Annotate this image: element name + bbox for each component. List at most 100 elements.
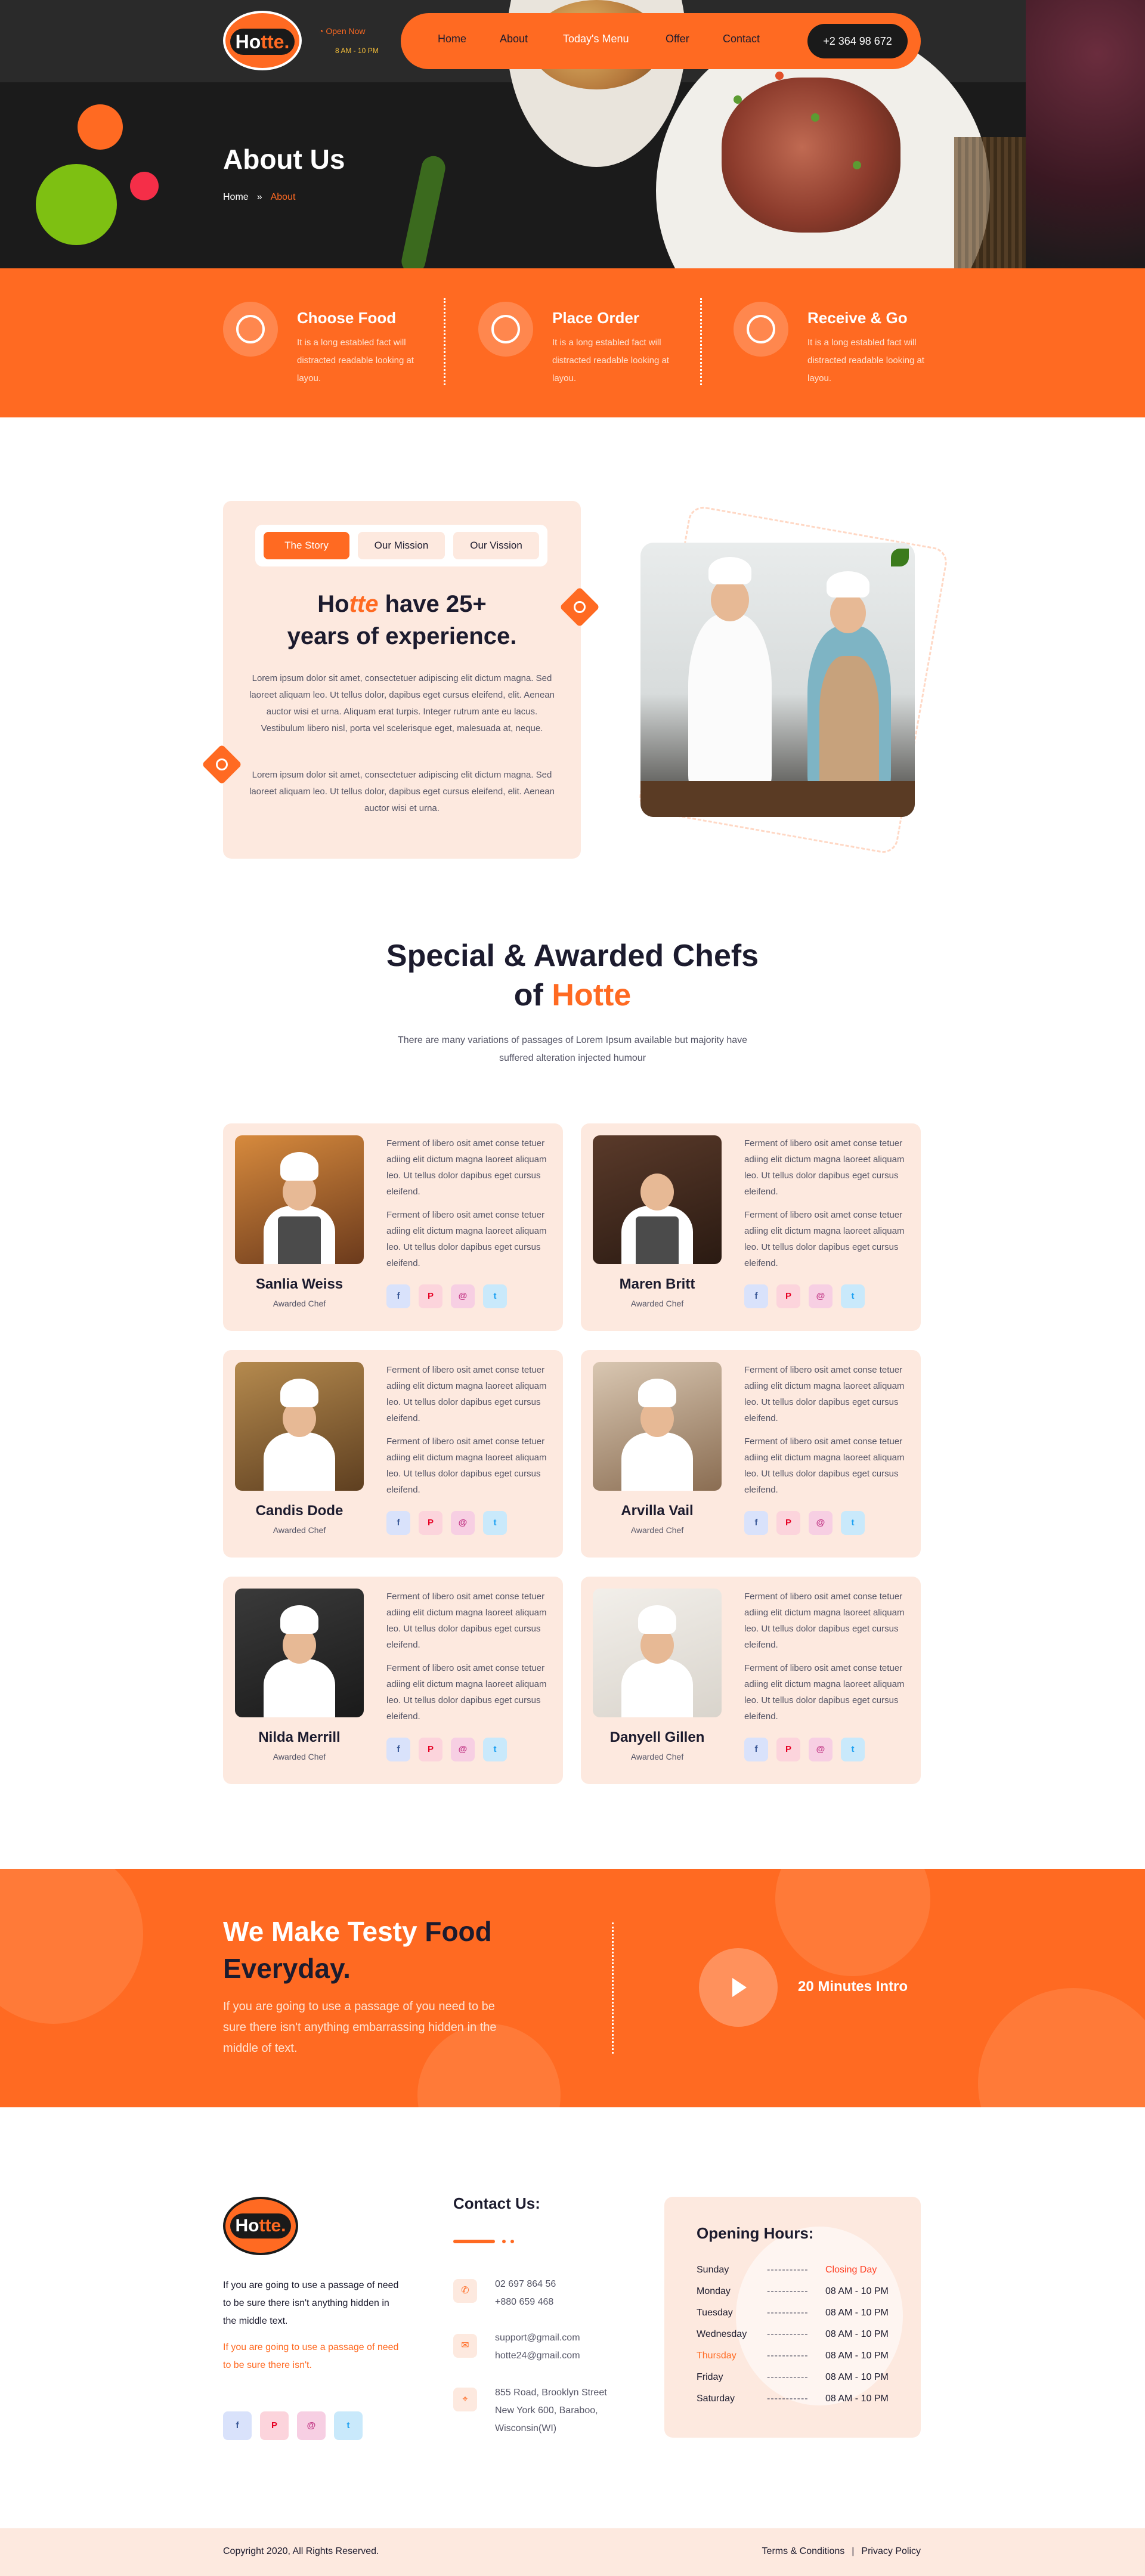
facebook-icon[interactable]: f <box>386 1284 410 1308</box>
nav-about[interactable]: About <box>500 33 528 45</box>
pinterest-icon[interactable]: P <box>776 1738 800 1761</box>
chili-image <box>399 154 448 268</box>
facebook-icon[interactable]: f <box>386 1511 410 1535</box>
chef-card: Ferment of libero osit amet conse tetuer… <box>223 1123 563 1331</box>
copyright: Copyright 2020, All Rights Reserved. <box>223 2546 379 2556</box>
main-nav: Home About Today's Menu Offer Contact +2… <box>401 13 921 69</box>
twitter-icon[interactable]: t <box>483 1511 507 1535</box>
instagram-icon[interactable]: @ <box>451 1511 475 1535</box>
twitter-icon[interactable]: t <box>841 1511 865 1535</box>
instagram-icon[interactable]: @ <box>809 1284 833 1308</box>
chef-card: Ferment of libero osit amet conse tetuer… <box>223 1350 563 1558</box>
phone-icon: ✆ <box>453 2279 477 2303</box>
footer-socials: f P @ t <box>223 2411 366 2440</box>
feature-text: It is a long establed fact will distract… <box>807 338 924 383</box>
facebook-icon[interactable]: f <box>744 1284 768 1308</box>
breadcrumb: Home » About <box>223 192 295 203</box>
contact-email[interactable]: hotte24@gmail.com <box>495 2347 580 2365</box>
instagram-icon[interactable]: @ <box>809 1511 833 1535</box>
phone-button[interactable]: +2 364 98 672 <box>807 24 908 58</box>
clock-icon: ◔ <box>318 26 324 36</box>
nav-home[interactable]: Home <box>438 33 466 45</box>
facebook-icon[interactable]: f <box>223 2411 252 2440</box>
hours-title: Opening Hours: <box>697 2224 814 2242</box>
story-paragraph: Lorem ipsum dolor sit amet, consectetuer… <box>249 770 555 813</box>
chef-role: Awarded Chef <box>630 1299 684 1308</box>
contact-phone[interactable]: +880 659 468 <box>495 2293 553 2311</box>
decor-circle <box>36 164 117 245</box>
pinterest-icon[interactable]: P <box>419 1738 442 1761</box>
logo[interactable]: Hotte. <box>223 11 302 70</box>
facebook-icon[interactable]: f <box>744 1738 768 1761</box>
pinterest-icon[interactable]: P <box>776 1511 800 1535</box>
video-label: 20 Minutes Intro <box>798 1979 908 1995</box>
hours-row: Saturday ----------- 08 AM - 10 PM <box>697 2394 889 2404</box>
hours-row: Thursday ----------- 08 AM - 10 PM <box>697 2351 889 2361</box>
privacy-link[interactable]: Privacy Policy <box>861 2546 921 2556</box>
chef-socials: f P @ t <box>386 1511 547 1535</box>
tab-our-vission[interactable]: Our Vission <box>453 532 539 559</box>
tab-our-mission[interactable]: Our Mission <box>358 532 445 559</box>
terms-link[interactable]: Terms & Conditions <box>762 2546 845 2556</box>
play-button[interactable] <box>699 1948 778 2027</box>
story-paragraph: Lorem ipsum dolor sit amet, consectetuer… <box>249 673 555 733</box>
contact-phone[interactable]: 02 697 864 56 <box>495 2275 556 2293</box>
chef-photo <box>593 1135 722 1264</box>
chef-socials: f P @ t <box>386 1284 547 1308</box>
twitter-icon[interactable]: t <box>841 1738 865 1761</box>
chef-socials: f P @ t <box>744 1284 905 1308</box>
pinterest-icon[interactable]: P <box>419 1284 442 1308</box>
instagram-icon[interactable]: @ <box>297 2411 326 2440</box>
breadcrumb-home[interactable]: Home <box>223 192 249 202</box>
chef-bio: Ferment of libero osit amet conse tetuer… <box>386 1365 547 1423</box>
nav-todays-menu[interactable]: Today's Menu <box>563 33 629 45</box>
open-label: Open Now <box>326 26 366 36</box>
chef-bio: Ferment of libero osit amet conse tetuer… <box>744 1138 905 1197</box>
chef-name: Arvilla Vail <box>621 1503 694 1519</box>
contact-email[interactable]: support@gmail.com <box>495 2329 580 2347</box>
facebook-icon[interactable]: f <box>386 1738 410 1761</box>
twitter-icon[interactable]: t <box>483 1284 507 1308</box>
pinterest-icon[interactable]: P <box>260 2411 289 2440</box>
feature-title: Choose Food <box>297 309 397 327</box>
chef-bio: Ferment of libero osit amet conse tetuer… <box>744 1663 905 1722</box>
page-title: About Us <box>223 144 345 175</box>
facebook-icon[interactable]: f <box>744 1511 768 1535</box>
chef-socials: f P @ t <box>744 1738 905 1761</box>
pinterest-icon[interactable]: P <box>776 1284 800 1308</box>
chef-bio: Ferment of libero osit amet conse tetuer… <box>744 1436 905 1495</box>
email-icon: ✉ <box>453 2334 477 2358</box>
contact-address: Wisconsin(WI) <box>495 2423 557 2433</box>
breadcrumb-separator: » <box>256 192 262 202</box>
nav-contact[interactable]: Contact <box>723 33 760 45</box>
instagram-icon[interactable]: @ <box>451 1284 475 1308</box>
cta-text: If you are going to use a passage of you… <box>223 2000 497 2055</box>
instagram-icon[interactable]: @ <box>809 1738 833 1761</box>
contact-title: Contact Us: <box>453 2194 540 2212</box>
footer-about-highlight: If you are going to use a passage of nee… <box>223 2342 399 2370</box>
decor-circle <box>78 104 123 150</box>
hours-row: Friday ----------- 08 AM - 10 PM <box>697 2372 889 2382</box>
chef-role: Awarded Chef <box>630 1525 684 1535</box>
pinterest-icon[interactable]: P <box>419 1511 442 1535</box>
hours-row: Sunday ----------- Closing Day <box>697 2265 877 2275</box>
chef-card: Ferment of libero osit amet conse tetuer… <box>581 1577 921 1784</box>
twitter-icon[interactable]: t <box>841 1284 865 1308</box>
instagram-icon[interactable]: @ <box>451 1738 475 1761</box>
open-status: ◔ Open Now 8 AM - 10 PM <box>318 26 379 55</box>
chef-card: Ferment of libero osit amet conse tetuer… <box>581 1350 921 1558</box>
nav-offer[interactable]: Offer <box>666 33 689 45</box>
footer-links: Terms & Conditions | Privacy Policy <box>762 2546 921 2556</box>
chef-name: Nilda Merrill <box>258 1729 341 1745</box>
twitter-icon[interactable]: t <box>334 2411 363 2440</box>
chef-bio: Ferment of libero osit amet conse tetuer… <box>744 1592 905 1650</box>
tab-the-story[interactable]: The Story <box>264 532 349 559</box>
chef-bio: Ferment of libero osit amet conse tetuer… <box>386 1210 547 1268</box>
twitter-icon[interactable]: t <box>483 1738 507 1761</box>
chef-photo <box>593 1589 722 1717</box>
chef-photo <box>235 1362 364 1491</box>
decor-circle <box>130 172 159 200</box>
footer-about: If you are going to use a passage of nee… <box>223 2280 399 2326</box>
footer-logo[interactable]: Hotte. <box>223 2197 298 2255</box>
hours-row: Tuesday ----------- 08 AM - 10 PM <box>697 2308 889 2318</box>
